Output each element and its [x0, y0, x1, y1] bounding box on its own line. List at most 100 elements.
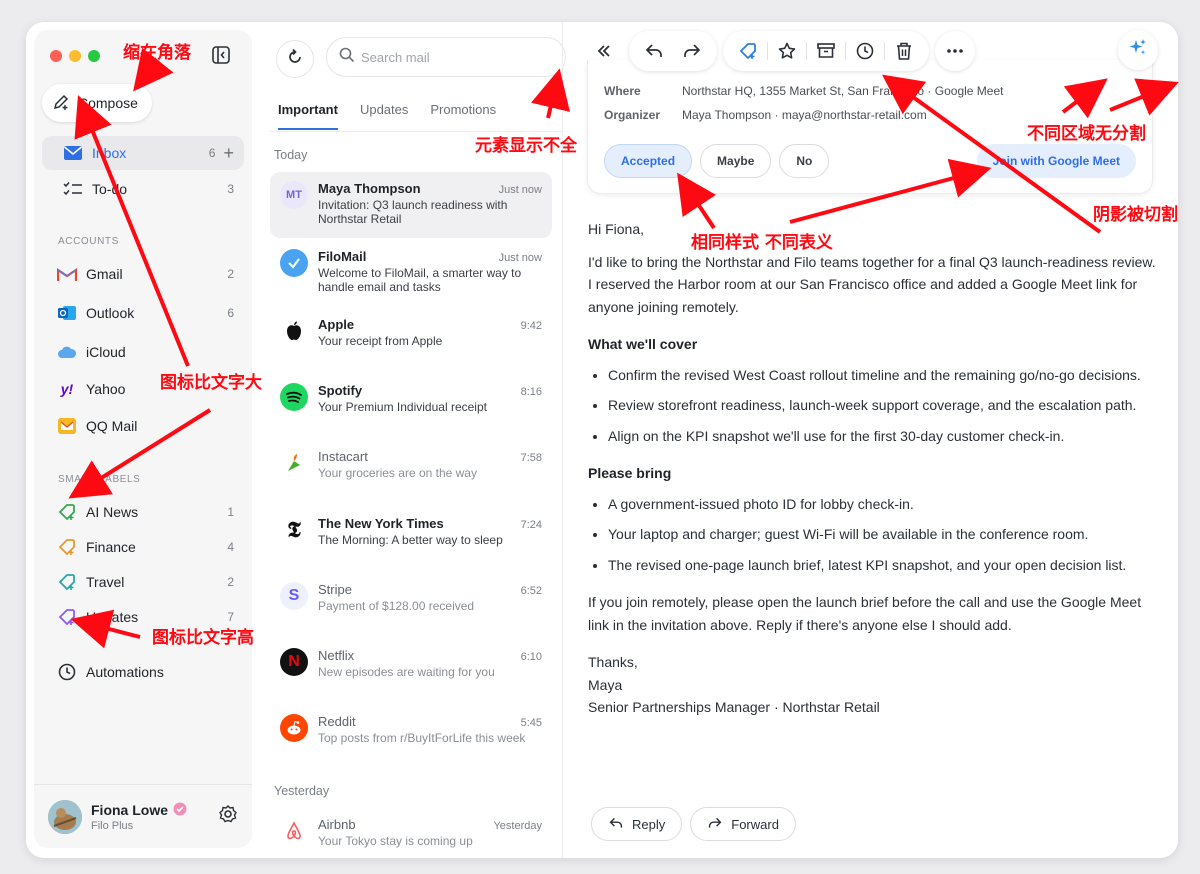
close-window-button[interactable] — [50, 50, 62, 62]
closing-paragraph: If you join remotely, please open the la… — [588, 594, 1142, 633]
add-icon[interactable]: + — [223, 143, 234, 164]
minimize-window-button[interactable] — [69, 50, 81, 62]
label-count: 7 — [227, 610, 234, 624]
apple-logo-icon — [280, 317, 308, 345]
rsvp-maybe-button[interactable]: Maybe — [700, 144, 772, 178]
refresh-button[interactable] — [276, 40, 314, 78]
tab-promotions[interactable]: Promotions — [430, 102, 496, 130]
reply-icon[interactable] — [635, 32, 673, 70]
reply-button[interactable]: Reply — [591, 807, 683, 841]
bring-list: A government-issued photo ID for lobby c… — [588, 493, 1160, 577]
mail-subject: Welcome to FiloMail, a smarter way to ha… — [318, 266, 522, 294]
forward-button[interactable]: Forward — [690, 807, 796, 841]
unread-count: 2 — [227, 267, 234, 281]
add-label-icon[interactable] — [729, 32, 767, 70]
forward-label: Forward — [731, 816, 779, 832]
rsvp-accepted-button[interactable]: Accepted — [604, 144, 693, 178]
outlook-icon — [56, 302, 78, 324]
accounts-heading: ACCOUNTS — [58, 236, 119, 247]
mail-item[interactable]: Airbnb Yesterday Your Tokyo stay is comin… — [270, 808, 552, 858]
collapse-sidebar-icon[interactable] — [210, 44, 234, 68]
mail-item[interactable]: S Stripe 6:52 Payment of $128.00 received — [270, 573, 552, 629]
organizer-label: Organizer — [604, 108, 661, 122]
mail-subject: Your Tokyo stay is coming up — [318, 834, 473, 848]
sidebar-item-todo[interactable]: To-do 3 — [42, 172, 244, 206]
sidebar-item-ai-news[interactable]: AI News 1 — [42, 495, 244, 529]
rsvp-no-button[interactable]: No — [779, 144, 830, 178]
mail-time: 5:45 — [520, 717, 542, 729]
mail-time: 6:10 — [520, 651, 542, 663]
sidebar-item-icloud[interactable]: iCloud — [42, 335, 244, 369]
sidebar-item-label: Travel — [86, 574, 125, 590]
mail-time: 6:52 — [520, 585, 542, 597]
tab-updates[interactable]: Updates — [360, 102, 408, 130]
mail-item[interactable]: Reddit 5:45 Top posts from r/BuyItForLife… — [270, 705, 552, 767]
collapse-pane-icon[interactable] — [585, 32, 623, 70]
sidebar-item-qqmail[interactable]: QQ Mail — [42, 409, 244, 443]
mail-sender: Netflix — [318, 648, 355, 663]
forward-icon[interactable] — [673, 32, 711, 70]
mail-item[interactable]: 𝕿 The New York Times 7:24 The Morning: A … — [270, 507, 552, 563]
user-profile[interactable]: Fiona Lowe Filo Plus — [34, 784, 252, 848]
mail-subject: Your Premium Individual receipt — [318, 400, 487, 414]
sparkle-icon — [1127, 37, 1149, 64]
mail-time: 9:42 — [520, 320, 542, 332]
nytimes-logo-icon: 𝕿 — [280, 516, 308, 544]
compose-button[interactable]: Compose — [42, 84, 152, 122]
invite-where-row: Where Northstar HQ, 1355 Market St, San … — [604, 84, 1003, 98]
sidebar-item-outlook[interactable]: Outlook 6 — [42, 296, 244, 330]
mail-sender: Maya Thompson — [318, 181, 421, 196]
reading-pane: Where Northstar HQ, 1355 Market St, San … — [563, 22, 1178, 858]
mail-item[interactable]: Instacart 7:58 Your groceries are on the … — [270, 440, 552, 496]
smart-label-icon — [56, 606, 78, 628]
sidebar-item-finance[interactable]: Finance 4 — [42, 530, 244, 564]
avatar — [48, 799, 82, 834]
sidebar-item-label: To-do — [92, 181, 128, 197]
verified-badge-icon — [173, 802, 187, 819]
archive-icon[interactable] — [807, 32, 845, 70]
sidebar-item-inbox[interactable]: Inbox 6 + — [42, 136, 244, 170]
annotation-same-style: 相同样式 不同表义 — [691, 233, 833, 253]
annotation-shadow-cut: 阴影被切割 — [1093, 205, 1178, 225]
mail-sender: Apple — [318, 317, 355, 332]
search-box[interactable] — [326, 37, 566, 77]
list-item: A government-issued photo ID for lobby c… — [608, 493, 1160, 516]
sidebar-item-gmail[interactable]: Gmail 2 — [42, 257, 244, 291]
mail-sender: FiloMail — [318, 249, 367, 264]
smart-label-icon — [56, 571, 78, 593]
annotation-corner: 缩在角落 — [123, 43, 191, 63]
list-item: Confirm the revised West Coast rollout t… — [608, 364, 1160, 387]
mail-sender: Reddit — [318, 714, 356, 729]
settings-gear-icon[interactable] — [218, 804, 238, 829]
organizer-value: Maya Thompson · maya@northstar-retail.co… — [682, 108, 927, 122]
mail-item[interactable]: N Netflix 6:10 New episodes are waiting f… — [270, 639, 552, 695]
mail-item[interactable]: Spotify 8:16 Your Premium Individual rece… — [270, 374, 552, 430]
mail-item[interactable]: FiloMail Just now Welcome to FiloMail, a … — [270, 240, 552, 302]
tab-important[interactable]: Important — [278, 102, 338, 130]
snooze-clock-icon[interactable] — [846, 32, 884, 70]
ai-assistant-button[interactable] — [1118, 30, 1158, 70]
clock-icon — [56, 661, 78, 683]
message-actions-group — [723, 31, 929, 71]
star-icon[interactable] — [768, 32, 806, 70]
annotation-icon-taller: 图标比文字高 — [152, 628, 254, 648]
smart-label-icon — [56, 536, 78, 558]
list-item: Review storefront readiness, launch-week… — [608, 394, 1160, 417]
mail-time: Just now — [498, 184, 542, 196]
trash-icon[interactable] — [885, 32, 923, 70]
stripe-logo-icon: S — [280, 582, 308, 610]
mail-item[interactable]: Apple 9:42 Your receipt from Apple — [270, 308, 552, 364]
join-google-meet-button[interactable]: Join with Google Meet — [976, 144, 1136, 178]
annotation-incomplete: 元素显示不全 — [475, 136, 577, 156]
sidebar-item-travel[interactable]: Travel 2 — [42, 565, 244, 599]
mail-subject: The Morning: A better way to sleep — [318, 533, 503, 547]
sender-avatar: MT — [280, 181, 308, 209]
search-input[interactable] — [361, 49, 541, 65]
sidebar-item-label: Outlook — [86, 305, 135, 321]
maximize-window-button[interactable] — [88, 50, 100, 62]
label-count: 1 — [227, 505, 234, 519]
sidebar-item-automations[interactable]: Automations — [42, 655, 244, 689]
yahoo-icon: y! — [60, 381, 74, 397]
more-options-icon[interactable] — [936, 32, 974, 70]
mail-item[interactable]: MT Maya Thompson Just now Invitation: Q3 … — [270, 172, 552, 238]
